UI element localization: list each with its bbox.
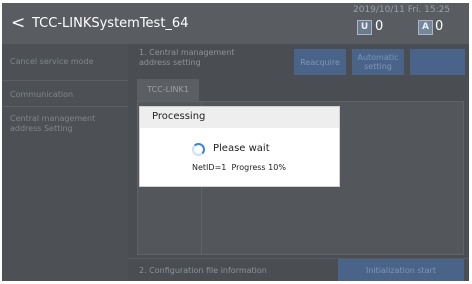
sidebar-item-communication[interactable]: Communication xyxy=(2,90,128,100)
sidebar: Cancel service mode Communication Centra… xyxy=(2,44,128,281)
reacquire-button[interactable]: Reacquire xyxy=(294,49,346,75)
wait-message: Please wait xyxy=(213,143,270,154)
toolbar-button-blank[interactable] xyxy=(410,49,465,75)
dialog-title: Processing xyxy=(152,111,206,122)
configuration-bar: 2. Configuration file information Initia… xyxy=(128,258,469,281)
datetime-display: 2019/10/11 Fri. 15:25 xyxy=(353,5,451,15)
automatic-setting-button[interactable]: Automatic setting xyxy=(352,49,404,75)
title-bar: < TCC-LINKSystemTest_64 2019/10/11 Fri. … xyxy=(2,3,469,44)
back-chevron-icon[interactable]: < xyxy=(11,13,25,33)
alarm-count: 0 xyxy=(435,19,444,34)
alarm-warning-icon[interactable]: A xyxy=(418,20,433,35)
sidebar-item-cancel-service-mode[interactable]: Cancel service mode xyxy=(2,57,128,67)
dialog-header: Processing xyxy=(140,107,339,128)
loading-spinner-icon xyxy=(192,143,205,156)
automatic-setting-label: Automatic setting xyxy=(357,53,399,71)
net-id-label: NetID=1 xyxy=(192,163,227,172)
power-status-count: 0 xyxy=(375,19,384,34)
sidebar-item-central-management-address-setting[interactable]: Central management address Setting xyxy=(2,114,112,134)
sidebar-divider xyxy=(2,80,128,81)
power-status-icon[interactable]: U xyxy=(357,20,372,35)
progress-label: Progress xyxy=(231,163,266,172)
progress-value: 10% xyxy=(268,163,286,172)
tab-tcc-link1[interactable]: TCC-LINK1 xyxy=(137,79,199,101)
section1-title: 1. Central management address setting xyxy=(139,48,235,67)
processing-dialog: Processing Please wait NetID=1 Progress … xyxy=(139,106,340,187)
page-title: TCC-LINKSystemTest_64 xyxy=(32,16,189,31)
section2-title: 2. Configuration file information xyxy=(139,266,267,275)
initialization-start-button[interactable]: Initialization start xyxy=(338,259,464,281)
progress-status: NetID=1 Progress 10% xyxy=(192,163,286,173)
sidebar-divider xyxy=(2,106,128,107)
